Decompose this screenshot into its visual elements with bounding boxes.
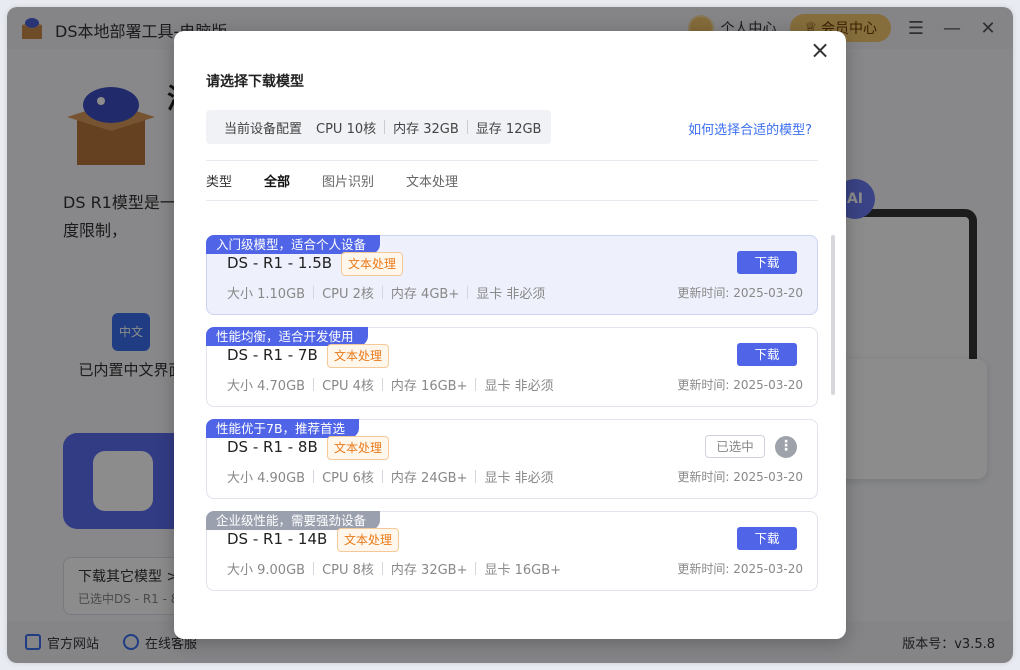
model-specs: 大小 4.70GB CPU 4核 内存 16GB+ 显卡 非必须 [227,375,554,394]
model-size: 大小 9.00GB [227,563,306,578]
model-ram: 内存 4GB+ [390,287,460,302]
model-size: 大小 4.90GB [227,471,306,486]
model-ram: 内存 16GB+ [390,379,468,394]
separator [381,470,383,483]
model-card-1-5b[interactable]: 入门级模型，适合个人设备 DS - R1 - 1.5B 文本处理 大小 1.10… [206,235,818,315]
tab-all[interactable]: 全部 [264,171,290,190]
download-button[interactable]: 下载 [737,251,797,274]
filter-label: 类型 [206,175,233,190]
model-size: 大小 1.10GB [227,287,306,302]
tab-image-recognition[interactable]: 图片识别 [322,171,374,190]
device-config-bar: 当前设备配置 CPU 10核 内存 32GB 显存 12GB [206,110,552,144]
model-select-dialog: × 请选择下载模型 当前设备配置 CPU 10核 内存 32GB 显存 12GB… [174,31,846,639]
separator [475,562,477,575]
model-tag: 文本处理 [327,436,390,460]
separator [313,562,315,575]
type-filter: 类型 全部 图片识别 文本处理 [206,171,490,190]
model-ram: 内存 32GB+ [390,563,468,578]
model-update-date: 更新时间: 2025-03-20 [677,286,803,300]
model-gpu: 显卡 非必须 [484,471,554,486]
model-specs: 大小 9.00GB CPU 8核 内存 32GB+ 显卡 16GB+ [227,559,561,578]
separator [467,286,469,299]
model-update-date: 更新时间: 2025-03-20 [677,470,803,484]
model-cpu: CPU 2核 [322,287,374,302]
model-card-7b[interactable]: 性能均衡，适合开发使用 DS - R1 - 7B 文本处理 大小 4.70GB … [206,327,818,407]
model-gpu: 显卡 非必须 [476,287,546,302]
model-specs: 大小 4.90GB CPU 6核 内存 24GB+ 显卡 非必须 [227,467,554,486]
divider [206,200,818,201]
divider [206,160,818,161]
model-card-14b[interactable]: 企业级性能，需要强劲设备 DS - R1 - 14B 文本处理 大小 9.00G… [206,511,818,591]
model-cpu: CPU 6核 [322,471,374,486]
separator [466,120,468,134]
selected-status-button[interactable]: 已选中 [705,435,765,458]
separator [475,470,477,483]
separator [381,378,383,391]
dialog-close-icon[interactable]: × [808,38,832,63]
dialog-title: 请选择下载模型 [206,74,304,90]
model-tag: 文本处理 [327,344,390,368]
model-ram: 内存 24GB+ [390,471,468,486]
separator [313,286,315,299]
download-button[interactable]: 下载 [737,343,797,366]
device-ram: 内存 32GB [393,121,459,137]
model-size: 大小 4.70GB [227,379,306,394]
device-vram: 显存 12GB [475,121,542,137]
device-cpu: CPU 10核 [316,121,377,137]
model-name: DS - R1 - 14B [227,530,328,548]
model-specs: 大小 1.10GB CPU 2核 内存 4GB+ 显卡 非必须 [227,283,545,302]
model-gpu: 显卡 非必须 [484,379,554,394]
model-tag: 文本处理 [341,252,404,276]
model-card-8b[interactable]: 性能优于7B，推荐首选 DS - R1 - 8B 文本处理 大小 4.90GB … [206,419,818,499]
device-config-label: 当前设备配置 [224,121,303,137]
help-choose-model-link[interactable]: 如何选择合适的模型? [688,119,812,138]
model-tag: 文本处理 [337,528,400,552]
model-cpu: CPU 4核 [322,379,374,394]
model-name: DS - R1 - 8B [227,438,318,456]
tab-text-processing[interactable]: 文本处理 [406,171,458,190]
separator [313,470,315,483]
scrollbar[interactable] [831,235,835,395]
more-options-icon[interactable]: ⋮ [775,436,797,458]
separator [381,562,383,575]
model-cpu: CPU 8核 [322,563,374,578]
download-button[interactable]: 下载 [737,527,797,550]
model-update-date: 更新时间: 2025-03-20 [677,562,803,576]
model-update-date: 更新时间: 2025-03-20 [677,378,803,392]
separator [381,286,383,299]
separator [313,378,315,391]
separator [384,120,386,134]
model-list: 入门级模型，适合个人设备 DS - R1 - 1.5B 文本处理 大小 1.10… [206,235,818,603]
separator [475,378,477,391]
model-gpu: 显卡 16GB+ [484,563,562,578]
model-name: DS - R1 - 1.5B [227,254,333,272]
model-name: DS - R1 - 7B [227,346,318,364]
